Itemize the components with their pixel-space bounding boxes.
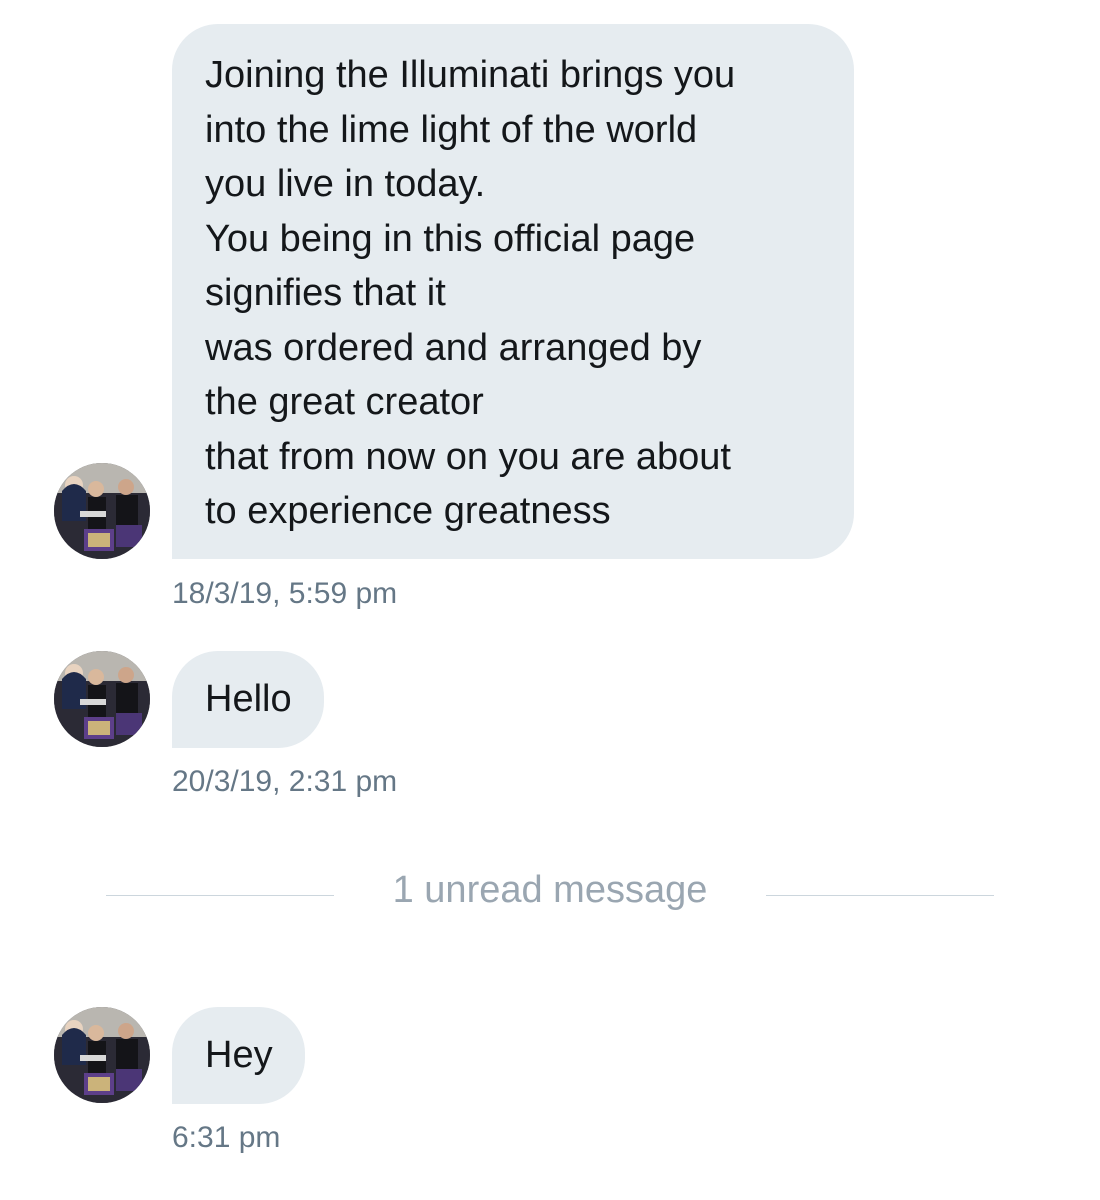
message-timestamp: 18/3/19, 5:59 pm [172, 577, 398, 610]
divider-line-left [106, 895, 334, 896]
sender-avatar[interactable] [54, 651, 150, 747]
message-bubble[interactable]: Joining the Illuminati brings you into t… [172, 24, 854, 559]
avatar-photo-icon [54, 463, 150, 559]
message-bubble[interactable]: Hello [172, 651, 324, 748]
avatar-photo-icon [54, 651, 150, 747]
unread-divider-label: 1 unread message [392, 869, 708, 911]
message-timestamp: 20/3/19, 2:31 pm [172, 765, 398, 798]
sender-avatar[interactable] [54, 463, 150, 559]
sender-avatar[interactable] [54, 1007, 150, 1103]
avatar-photo-icon [54, 1007, 150, 1103]
divider-line-right [766, 895, 994, 896]
message-bubble[interactable]: Hey [172, 1007, 305, 1104]
message-timestamp: 6:31 pm [172, 1121, 281, 1154]
message-thread: Joining the Illuminati brings you into t… [0, 0, 1100, 1200]
